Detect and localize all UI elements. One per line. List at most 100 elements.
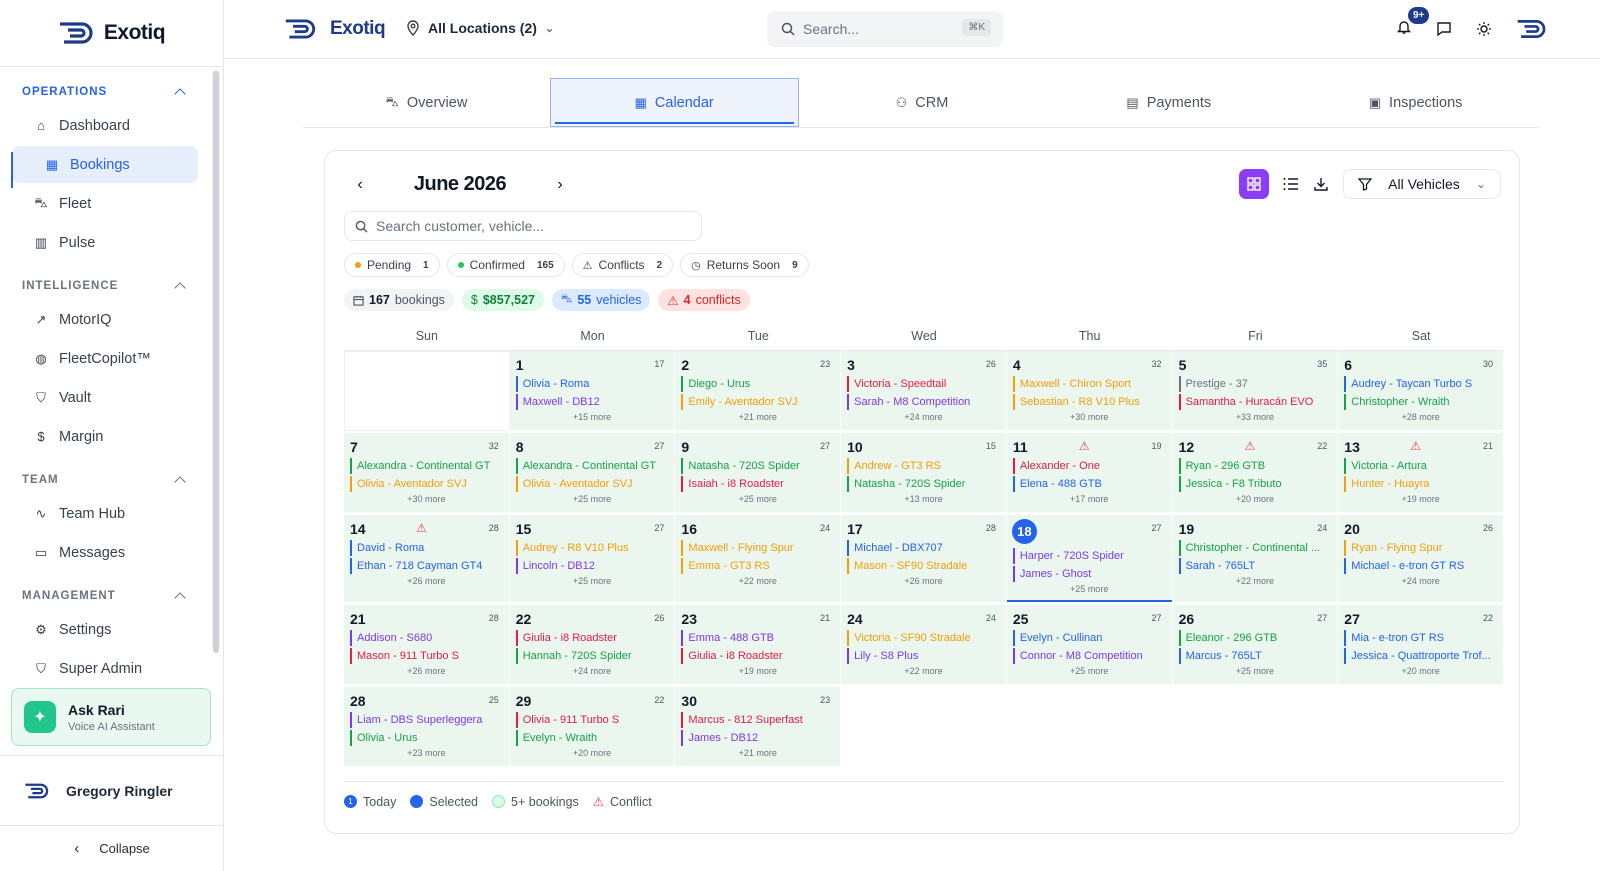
day-cell[interactable]: 9 27 Natasha - 720S Spider Isaiah - i8 Road… <box>675 433 842 513</box>
more-bookings-link[interactable]: +19 more <box>675 666 840 676</box>
tab-inspections[interactable]: ▣ Inspections <box>1292 78 1539 127</box>
sun-icon[interactable] <box>1476 21 1492 37</box>
booking-item[interactable]: Olivia - Roma <box>515 376 671 392</box>
section-management[interactable]: MANAGEMENT <box>0 583 224 609</box>
booking-item[interactable]: Andrew - GT3 RS <box>847 458 1002 474</box>
day-cell[interactable]: 5 35 Prestige - 37 Samantha - Huracán EVO +3… <box>1172 351 1339 431</box>
more-bookings-link[interactable]: +26 more <box>344 666 509 676</box>
day-cell[interactable]: 23 21 Emma - 488 GTB Giulia - i8 Roadster +1… <box>675 605 842 685</box>
more-bookings-link[interactable]: +20 more <box>510 748 675 758</box>
more-bookings-link[interactable]: +22 more <box>841 666 1006 676</box>
day-cell[interactable]: 12 22 ⚠ Ryan - 296 GTB Jessica - F8 Tributo +… <box>1172 433 1339 513</box>
day-cell[interactable]: 17 28 Michael - DBX707 Mason - SF90 Stradal… <box>841 515 1007 603</box>
day-cell[interactable]: 3 26 Victoria - Speedtail Sarah - M8 Compet… <box>841 351 1007 431</box>
filter-chip-conflicts[interactable]: ⚠ Conflicts 2 <box>571 253 674 277</box>
booking-item[interactable]: Christopher - Wraith <box>1344 394 1499 410</box>
booking-item[interactable]: Alexander - One <box>1012 458 1168 474</box>
day-cell[interactable]: 22 26 Giulia - i8 Roadster Hannah - 720S Sp… <box>509 605 676 685</box>
booking-item[interactable]: Olivia - 911 Turbo S <box>515 712 671 728</box>
booking-item[interactable]: Mia - e-tron GT RS <box>1344 630 1499 646</box>
sidebar-item-fleetcopilot-[interactable]: ◍ FleetCopilot™ <box>12 340 198 377</box>
booking-item[interactable]: Eleanor - 296 GTB <box>1178 630 1334 646</box>
more-bookings-link[interactable]: +17 more <box>1007 494 1172 504</box>
calendar-search-input[interactable]: Search customer, vehicle... <box>344 211 702 241</box>
booking-item[interactable]: Connor - M8 Competition <box>1012 648 1168 664</box>
message-icon[interactable] <box>1436 21 1452 37</box>
booking-item[interactable]: Ryan - 296 GTB <box>1178 458 1334 474</box>
booking-item[interactable]: Jessica - F8 Tributo <box>1178 476 1334 492</box>
day-cell[interactable]: 16 24 Maxwell - Flying Spur Emma - GT3 RS +2… <box>675 515 842 603</box>
booking-item[interactable]: Olivia - Aventador SVJ <box>515 476 671 492</box>
booking-item[interactable]: Jessica - Quattroporte Trof... <box>1344 648 1499 664</box>
more-bookings-link[interactable]: +22 more <box>675 576 840 586</box>
booking-item[interactable]: Maxwell - Chiron Sport <box>1012 376 1168 392</box>
day-cell[interactable]: 21 28 Addison - S680 Mason - 911 Turbo S +26… <box>344 605 510 685</box>
booking-item[interactable]: Michael - e-tron GT RS <box>1344 558 1499 574</box>
tab-overview[interactable]: ⛍ Overview <box>303 78 550 127</box>
booking-item[interactable]: Alexandra - Continental GT <box>515 458 671 474</box>
booking-item[interactable]: Emma - 488 GTB <box>681 630 836 646</box>
more-bookings-link[interactable]: +25 more <box>1007 584 1172 594</box>
more-bookings-link[interactable]: +25 more <box>510 576 675 586</box>
booking-item[interactable]: Emily - Aventador SVJ <box>681 394 836 410</box>
booking-item[interactable]: Natasha - 720S Spider <box>847 476 1002 492</box>
day-cell[interactable]: 6 30 Audrey - Taycan Turbo S Christopher - … <box>1338 351 1504 431</box>
booking-item[interactable]: Audrey - Taycan Turbo S <box>1344 376 1499 392</box>
booking-item[interactable]: Evelyn - Wraith <box>515 730 671 746</box>
sidebar-item-messages[interactable]: ▭ Messages <box>12 534 198 571</box>
list-view-icon[interactable] <box>1283 177 1299 191</box>
more-bookings-link[interactable]: +25 more <box>675 494 840 504</box>
booking-item[interactable]: David - Roma <box>350 540 505 556</box>
day-cell[interactable]: 7 32 Alexandra - Continental GT Olivia - Av… <box>344 433 510 513</box>
sidebar-item-motoriq[interactable]: ↗ MotorIQ <box>12 301 198 338</box>
sidebar-item-dashboard[interactable]: ⌂ Dashboard <box>12 107 198 144</box>
day-cell[interactable]: 20 26 Ryan - Flying Spur Michael - e-tron G… <box>1338 515 1504 603</box>
day-cell[interactable]: 15 27 Audrey - R8 V10 Plus Lincoln - DB12 +2… <box>509 515 676 603</box>
booking-item[interactable]: Maxwell - Flying Spur <box>681 540 836 556</box>
section-team[interactable]: TEAM <box>0 467 224 493</box>
booking-item[interactable]: Sarah - 765LT <box>1178 558 1334 574</box>
booking-item[interactable]: Michael - DBX707 <box>847 540 1002 556</box>
day-cell[interactable]: 19 24 Christopher - Continental ... Sarah -… <box>1172 515 1339 603</box>
sidebar-item-pulse[interactable]: ▥ Pulse <box>12 224 198 261</box>
more-bookings-link[interactable]: +25 more <box>510 494 675 504</box>
day-cell[interactable]: 13 21 ⚠ Victoria - Artura Hunter - Huayra +19… <box>1338 433 1504 513</box>
day-cell[interactable]: 24 24 Victoria - SF90 Stradale Lily - S8 Pl… <box>841 605 1007 685</box>
booking-item[interactable]: James - DB12 <box>681 730 836 746</box>
download-icon[interactable] <box>1313 176 1329 192</box>
sidebar-item-super-admin[interactable]: ⛉ Super Admin <box>12 650 198 682</box>
sidebar-item-settings[interactable]: ⚙ Settings <box>12 611 198 648</box>
day-cell[interactable]: 11 19 ⚠ Alexander - One Elena - 488 GTB +17 m… <box>1006 433 1173 513</box>
booking-item[interactable]: Victoria - SF90 Stradale <box>847 630 1002 646</box>
filter-chip-confirmed[interactable]: Confirmed 165 <box>446 253 565 277</box>
booking-item[interactable]: Lincoln - DB12 <box>515 558 671 574</box>
booking-item[interactable]: Hannah - 720S Spider <box>515 648 671 664</box>
booking-item[interactable]: Mason - SF90 Stradale <box>847 558 1002 574</box>
location-selector[interactable]: All Locations (2) ⌄ <box>406 20 554 36</box>
day-cell[interactable]: 1 17 Olivia - Roma Maxwell - DB12 +15 more <box>509 351 676 431</box>
booking-item[interactable]: Liam - DBS Superleggera <box>350 712 505 728</box>
booking-item[interactable]: Giulia - i8 Roadster <box>681 648 836 664</box>
more-bookings-link[interactable]: +19 more <box>1338 494 1503 504</box>
section-operations[interactable]: OPERATIONS <box>0 79 224 105</box>
more-bookings-link[interactable]: +25 more <box>1173 666 1338 676</box>
more-bookings-link[interactable]: +30 more <box>1007 412 1172 422</box>
more-bookings-link[interactable]: +20 more <box>1338 666 1503 676</box>
booking-item[interactable]: Diego - Urus <box>681 376 836 392</box>
vehicle-filter-select[interactable]: All Vehicles ⌄ <box>1343 169 1501 199</box>
more-bookings-link[interactable]: +26 more <box>344 576 509 586</box>
more-bookings-link[interactable]: +26 more <box>841 576 1006 586</box>
booking-item[interactable]: Samantha - Huracán EVO <box>1178 394 1334 410</box>
more-bookings-link[interactable]: +21 more <box>675 748 840 758</box>
global-search-input[interactable]: Search... ⌘K <box>767 11 1003 47</box>
header-logo[interactable]: Exotiq <box>284 18 386 40</box>
booking-item[interactable]: Mason - 911 Turbo S <box>350 648 505 664</box>
section-intelligence[interactable]: INTELLIGENCE <box>0 273 224 299</box>
more-bookings-link[interactable]: +13 more <box>841 494 1006 504</box>
day-cell[interactable]: 28 25 Liam - DBS Superleggera Olivia - Urus… <box>344 687 510 767</box>
ask-rari-button[interactable]: ✦ Ask Rari Voice AI Assistant <box>11 688 211 746</box>
sidebar-scrollbar-thumb[interactable] <box>213 71 219 653</box>
booking-item[interactable]: Marcus - 765LT <box>1178 648 1334 664</box>
filter-chip-pending[interactable]: Pending 1 <box>344 253 440 277</box>
more-bookings-link[interactable]: +28 more <box>1338 412 1503 422</box>
